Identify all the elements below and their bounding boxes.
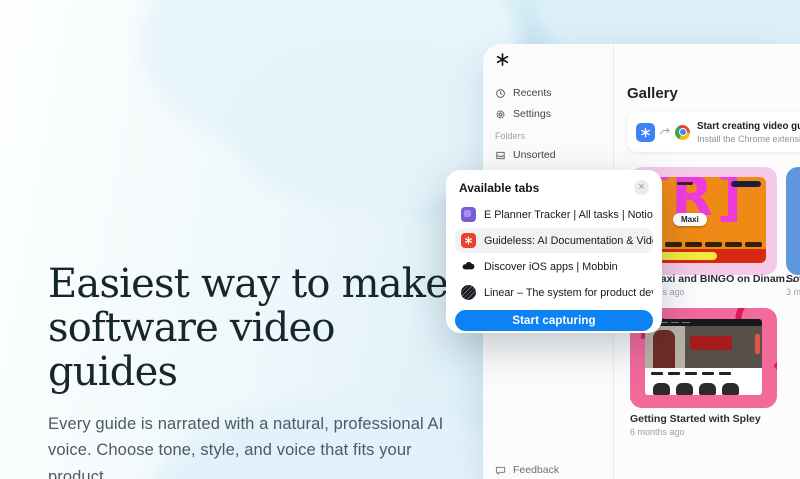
- guideless-favicon-icon: [461, 233, 476, 248]
- banner-icons: [636, 122, 690, 142]
- card-timestamp: 3 months ago: [786, 287, 800, 297]
- thumbnail-hero: [645, 326, 762, 368]
- linear-favicon-icon: [461, 285, 476, 300]
- chrome-extension-banner[interactable]: Start creating video guides in minutes I…: [627, 112, 800, 152]
- card-timestamp: 6 months ago: [630, 427, 685, 437]
- thumbnail-detail: [755, 334, 760, 354]
- inbox-icon: [496, 151, 505, 159]
- thumbnail-navbar: [645, 319, 762, 326]
- mobbin-favicon-icon: [462, 262, 475, 270]
- tab-label: Guideless: AI Documentation & Video Guid…: [484, 234, 653, 247]
- subtitle-line-2: voice. Choose tone, style, and voice tha…: [48, 441, 412, 479]
- sidebar-item-unsorted[interactable]: Unsorted: [493, 146, 603, 164]
- tab-label: Linear – The system for product developm…: [484, 286, 653, 299]
- gallery-heading: Gallery: [627, 85, 678, 102]
- thumbnail-product-row: [645, 379, 762, 395]
- folders-section-label: Folders: [495, 131, 526, 141]
- thumbnail-detail: [677, 182, 693, 185]
- link-arrow-icon: [659, 128, 670, 134]
- sidebar-item-feedback[interactable]: Feedback: [493, 461, 561, 479]
- chrome-icon: [675, 124, 690, 140]
- hero-subtitle: Every guide is narrated with a natural, …: [48, 411, 468, 479]
- gear-icon: [496, 110, 505, 118]
- thumbnail-logo-row: [645, 368, 762, 379]
- title-line-2: software video guides: [48, 305, 335, 395]
- card-caption[interactable]: Getting Started with Spley: [630, 413, 761, 425]
- sidebar-item-label: Settings: [513, 108, 551, 120]
- sidebar-item-settings[interactable]: Settings: [493, 105, 603, 123]
- tab-item-mobbin[interactable]: Discover iOS apps | Mobbin: [455, 254, 653, 279]
- thumbnail-navbar: [645, 242, 762, 247]
- asterisk-logo-icon: [496, 53, 509, 66]
- sidebar-item-recents[interactable]: Recents: [493, 84, 603, 102]
- sidebar-item-label: Feedback: [513, 464, 560, 476]
- eplanner-favicon-icon: [461, 207, 476, 222]
- banner-subtitle: Install the Chrome extension to capture …: [697, 133, 800, 144]
- card-caption[interactable]: Maxi and BINGO on Dinam…: [652, 273, 796, 285]
- tab-label: Discover iOS apps | Mobbin: [484, 260, 618, 273]
- subtitle-line-1: Every guide is narrated with a natural, …: [48, 415, 444, 433]
- card-caption[interactable]: Sow: [786, 273, 800, 285]
- thumbnail-detail: [731, 181, 761, 187]
- hero-section: Easiest way to make software video guide…: [48, 262, 468, 479]
- landing-page: Easiest way to make software video guide…: [0, 0, 800, 479]
- title-line-1: Easiest way to make: [48, 261, 449, 307]
- video-thumbnail: [645, 319, 762, 395]
- banner-title: Start creating video guides in minutes: [697, 120, 800, 132]
- banner-text: Start creating video guides in minutes I…: [697, 121, 800, 144]
- tab-item-eplanner[interactable]: E Planner Tracker | All tasks | Notion: [455, 202, 653, 227]
- chat-icon: [495, 466, 506, 475]
- available-tabs-popup: Available tabs × E Planner Tracker | All…: [446, 170, 662, 333]
- gallery-card-right[interactable]: [786, 167, 800, 275]
- start-capturing-button[interactable]: Start capturing: [455, 310, 653, 331]
- thumbnail-detail: [653, 330, 675, 368]
- close-icon[interactable]: ×: [634, 180, 649, 195]
- guideless-asterisk-icon: [636, 122, 655, 142]
- clock-icon: [496, 88, 505, 98]
- page-title: Easiest way to make software video guide…: [48, 262, 468, 394]
- tab-label: E Planner Tracker | All tasks | Notion: [484, 208, 653, 221]
- popup-title: Available tabs: [459, 180, 540, 195]
- maxi-label: Maxi: [673, 213, 707, 226]
- sidebar-item-label: Recents: [513, 87, 552, 99]
- tab-item-linear[interactable]: Linear – The system for product developm…: [455, 280, 653, 305]
- thumbnail-detail: [690, 336, 732, 350]
- sidebar-item-label: Unsorted: [513, 149, 556, 161]
- thumbnail-highlight-pill: [659, 252, 717, 260]
- tab-item-guideless[interactable]: Guideless: AI Documentation & Video Guid…: [455, 228, 653, 253]
- popup-header: Available tabs ×: [455, 180, 653, 202]
